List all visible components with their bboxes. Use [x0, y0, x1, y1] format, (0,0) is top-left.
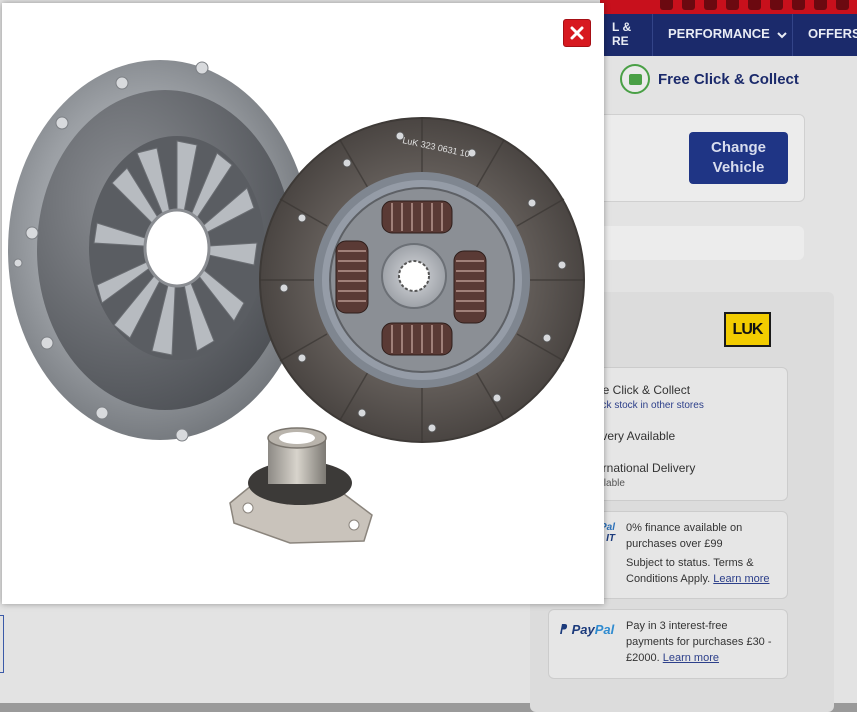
- change-vehicle-button[interactable]: Change Vehicle: [689, 132, 788, 184]
- close-modal-button[interactable]: [563, 19, 591, 47]
- chevron-down-icon: [777, 31, 788, 38]
- click-collect-banner: Free Click & Collect: [620, 62, 799, 96]
- paypal-p-icon: [560, 624, 568, 634]
- paypal-pay-in-3: Pay in 3 interest-free payments for purc…: [626, 618, 776, 666]
- international-delivery-option: ernational Delivery: [596, 461, 696, 475]
- main-nav: L & RE PERFORMANCE OFFERS: [600, 14, 857, 56]
- top-phone-strip: [600, 0, 857, 14]
- paypal-learn-more-link[interactable]: Learn more: [663, 652, 719, 664]
- nav-item-partial[interactable]: L & RE: [612, 20, 631, 48]
- luk-brand-logo: LUK: [724, 312, 771, 347]
- release-bearing: [229, 427, 373, 544]
- click-collect-box-icon: [620, 64, 650, 94]
- info-bar: [604, 226, 804, 260]
- delivery-option: livery Available: [596, 429, 676, 443]
- clutch-kit-image: LuK 323 0631 10: [8, 60, 585, 544]
- clutch-disc: LuK 323 0631 10: [259, 117, 585, 443]
- close-icon: [570, 26, 584, 40]
- nav-item-performance-label: PERFORMANCE: [668, 26, 770, 41]
- click-collect-banner-text: Free Click & Collect: [658, 70, 799, 88]
- paypal-logo-pay: Pay: [571, 622, 595, 637]
- finance-terms: Subject to status. Terms & Conditions Ap…: [626, 555, 784, 587]
- check-stock-link[interactable]: eck stock in other stores: [596, 400, 704, 411]
- finance-headline: 0% finance available on purchases over £…: [626, 522, 743, 550]
- click-collect-option: ee Click & Collect: [596, 383, 691, 397]
- paypal-logo: PayPal: [558, 622, 614, 637]
- nav-item-performance[interactable]: PERFORMANCE: [668, 14, 788, 56]
- paypal-logo-pal: Pal: [594, 622, 615, 637]
- thumbnail-edge[interactable]: [0, 615, 4, 673]
- nav-item-offers[interactable]: OFFERS: [808, 14, 857, 56]
- luk-logo-text: LUK: [732, 320, 764, 338]
- finance-learn-more-link[interactable]: Learn more: [713, 573, 769, 585]
- image-lightbox-modal: LuK 323 0631 10: [2, 3, 604, 604]
